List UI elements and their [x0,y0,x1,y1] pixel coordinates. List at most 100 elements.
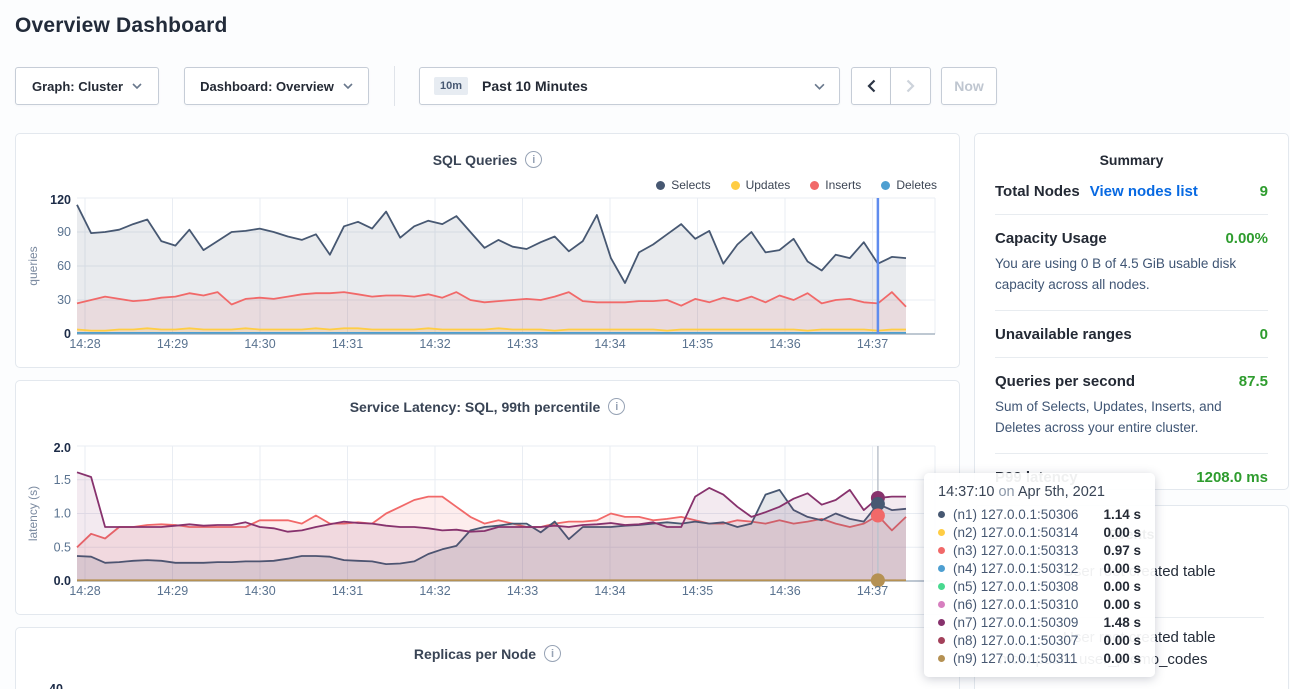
chart-hover-tooltip: 14:37:10 on Apr 5th, 2021 (n1) 127.0.0.1… [924,473,1155,677]
unavailable-ranges-value: 0 [1260,326,1268,343]
node-color-dot-icon [938,583,945,590]
graph-selector-dropdown[interactable]: Graph: Cluster [15,67,159,105]
queries-per-second-value: 87.5 [1239,373,1268,390]
tooltip-node-row: (n7) 127.0.0.1:503091.48 s [938,613,1141,631]
replicas-per-node-title: Replicas per Node [414,646,536,662]
info-icon[interactable]: i [544,645,561,662]
chevron-down-icon [814,83,825,90]
svg-text:14:30: 14:30 [244,337,275,351]
sql-queries-title: SQL Queries [433,152,518,168]
tooltip-node-row: (n5) 127.0.0.1:503080.00 s [938,577,1141,595]
info-icon[interactable]: i [608,398,625,415]
svg-text:1.5: 1.5 [54,473,71,487]
graph-selector-label: Graph: Cluster [32,79,123,94]
svg-text:latency (s): latency (s) [26,486,40,541]
svg-text:14:37: 14:37 [857,337,888,351]
replicas-per-node-card: Replicas per Node i 40 [15,627,960,689]
toolbar-divider [394,66,395,106]
chevron-down-icon [132,83,142,89]
time-window-label: Past 10 Minutes [482,78,588,94]
node-color-dot-icon [938,637,945,644]
svg-text:90: 90 [57,225,71,239]
now-button[interactable]: Now [941,67,997,105]
node-color-dot-icon [938,655,945,662]
svg-text:14:37: 14:37 [857,584,888,598]
chevron-right-icon [906,79,915,93]
unavailable-ranges-label: Unavailable ranges [995,326,1132,343]
capacity-usage-desc: You are using 0 B of 4.5 GiB usable disk… [995,254,1268,296]
svg-text:2.0: 2.0 [54,441,71,455]
total-nodes-row: Total Nodes View nodes list 9 [995,168,1268,215]
chevron-left-icon [867,79,876,93]
sql-queries-chart[interactable]: 030609012014:2814:2914:3014:3114:3214:33… [15,190,960,360]
time-step-back-button[interactable] [851,67,891,105]
svg-text:1.0: 1.0 [54,507,71,521]
svg-text:14:33: 14:33 [507,584,538,598]
summary-panel: Summary Total Nodes View nodes list 9 Ca… [974,133,1289,490]
service-latency-chart[interactable]: 0.00.51.01.52.014:2814:2914:3014:3114:32… [15,438,960,606]
svg-text:14:35: 14:35 [682,584,713,598]
selects-dot-icon [656,181,665,190]
overview-dashboard-page: Overview Dashboard Graph: Cluster Dashbo… [0,0,1290,689]
tooltip-timestamp: 14:37:10 on Apr 5th, 2021 [938,484,1141,500]
time-step-forward-button[interactable] [891,67,931,105]
svg-text:14:33: 14:33 [507,337,538,351]
tooltip-node-row: (n9) 127.0.0.1:503110.00 s [938,649,1141,667]
svg-text:14:31: 14:31 [332,337,363,351]
svg-text:14:29: 14:29 [157,337,188,351]
svg-text:14:28: 14:28 [69,584,100,598]
node-color-dot-icon [938,619,945,626]
svg-text:120: 120 [50,193,71,207]
svg-text:14:31: 14:31 [332,584,363,598]
svg-text:14:32: 14:32 [419,337,450,351]
queries-per-second-row: Queries per second 87.5 Sum of Selects, … [995,358,1268,454]
node-color-dot-icon [938,547,945,554]
inserts-dot-icon [810,181,819,190]
p99-latency-value: 1208.0 ms [1196,469,1268,486]
svg-text:14:36: 14:36 [769,337,800,351]
summary-title: Summary [975,152,1288,168]
time-range-dropdown[interactable]: 10m Past 10 Minutes [419,67,840,105]
node-color-dot-icon [938,565,945,572]
capacity-usage-value: 0.00% [1225,230,1268,247]
tooltip-node-row: (n2) 127.0.0.1:503140.00 s [938,523,1141,541]
node-color-dot-icon [938,511,945,518]
svg-text:14:34: 14:34 [594,337,625,351]
updates-dot-icon [731,181,740,190]
time-window-badge: 10m [434,77,468,95]
total-nodes-value: 9 [1260,183,1268,200]
dashboard-selector-label: Dashboard: Overview [200,79,334,94]
deletes-dot-icon [881,181,890,190]
replicas-ytick-label: 40 [49,682,63,689]
time-step-buttons [851,67,931,105]
svg-text:14:32: 14:32 [419,584,450,598]
capacity-usage-label: Capacity Usage [995,230,1107,247]
view-nodes-list-link[interactable]: View nodes list [1090,183,1198,200]
svg-text:14:29: 14:29 [157,584,188,598]
svg-text:queries: queries [26,246,40,285]
capacity-usage-row: Capacity Usage 0.00% You are using 0 B o… [995,215,1268,311]
page-title: Overview Dashboard [15,14,228,38]
tooltip-node-row: (n8) 127.0.0.1:503070.00 s [938,631,1141,649]
node-color-dot-icon [938,529,945,536]
svg-text:60: 60 [57,259,71,273]
unavailable-ranges-row: Unavailable ranges 0 [995,311,1268,358]
tooltip-node-row: (n6) 127.0.0.1:503100.00 s [938,595,1141,613]
svg-text:0.5: 0.5 [54,540,71,554]
svg-text:14:30: 14:30 [244,584,275,598]
service-latency-title: Service Latency: SQL, 99th percentile [350,399,601,415]
svg-text:14:28: 14:28 [69,337,100,351]
dashboard-selector-dropdown[interactable]: Dashboard: Overview [184,67,369,105]
tooltip-node-row: (n1) 127.0.0.1:503061.14 s [938,505,1141,523]
svg-text:14:36: 14:36 [769,584,800,598]
tooltip-node-row: (n4) 127.0.0.1:503120.00 s [938,559,1141,577]
svg-text:14:34: 14:34 [594,584,625,598]
queries-per-second-desc: Sum of Selects, Updates, Inserts, and De… [995,397,1268,439]
info-icon[interactable]: i [525,151,542,168]
total-nodes-label: Total Nodes [995,183,1080,200]
svg-text:30: 30 [57,293,71,307]
chevron-down-icon [343,83,353,89]
node-color-dot-icon [938,601,945,608]
svg-text:14:35: 14:35 [682,337,713,351]
queries-per-second-label: Queries per second [995,373,1135,390]
